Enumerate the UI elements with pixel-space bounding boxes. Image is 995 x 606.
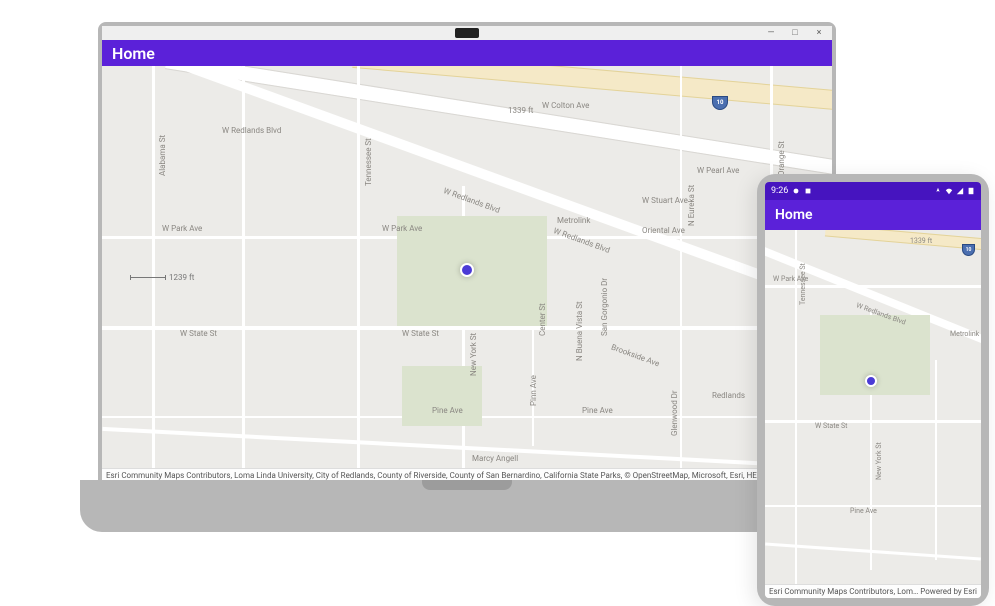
attribution-text: Esri Community Maps Contributors, Lom… xyxy=(769,587,918,596)
street-label: Alabama St xyxy=(158,135,167,176)
street-label: W State St xyxy=(815,422,847,430)
phone-app-window: 9:26 Home xyxy=(765,182,981,598)
window-grip-icon xyxy=(455,28,479,38)
street-label: Glenwood Dr xyxy=(670,390,679,436)
location-icon xyxy=(934,187,942,195)
street-label: San Gorgonio Dr xyxy=(600,278,609,336)
street-label: Pine Ave xyxy=(850,507,877,515)
street-label: W Redlands Blvd xyxy=(222,126,281,135)
map-scale-bar: 1239 ft xyxy=(130,273,194,282)
street-label: Pinn Ave xyxy=(529,375,538,406)
street-label: N Eureka St xyxy=(687,185,696,226)
current-location-icon[interactable] xyxy=(460,263,474,277)
street-label: Metrolink xyxy=(950,330,979,338)
scale-text: 1239 ft xyxy=(169,273,194,282)
laptop-trackpad-notch xyxy=(422,480,512,490)
powered-by-text: Powered by Esri xyxy=(920,587,977,596)
scale-text-top: 1339 ft xyxy=(910,237,932,245)
street-label: W State St xyxy=(180,329,217,338)
street-label: New York St xyxy=(875,442,883,480)
phone-device-frame: 9:26 Home xyxy=(757,174,989,606)
street-label: W Park Ave xyxy=(382,224,422,233)
map-roads-layer xyxy=(765,230,981,598)
street-label: New York St xyxy=(469,333,478,376)
debug-icon xyxy=(792,187,800,195)
status-bar-right xyxy=(934,187,975,195)
app-header: Home xyxy=(765,200,981,230)
road-highway xyxy=(825,230,981,256)
app-header: Home xyxy=(102,40,832,66)
page-title: Home xyxy=(775,207,813,223)
street-label: Tennessee St xyxy=(364,138,373,186)
street-label: Center St xyxy=(538,303,547,336)
map-view[interactable]: 10 1339 ft W Redlands Blvd W Park Ave W … xyxy=(765,230,981,598)
signal-icon xyxy=(956,187,964,195)
road-south xyxy=(102,427,831,469)
road-v3 xyxy=(935,360,937,560)
status-time: 9:26 xyxy=(771,186,788,196)
road-v1 xyxy=(795,230,797,598)
road-eureka xyxy=(680,66,682,482)
laptop-base xyxy=(80,480,854,532)
street-label: W Colton Ave xyxy=(542,101,589,110)
window-titlebar[interactable]: — □ × xyxy=(102,26,832,40)
scale-text-top: 1339 ft xyxy=(508,106,533,115)
street-label: Orange St xyxy=(777,141,786,176)
street-label: N Buena Vista St xyxy=(575,301,584,361)
laptop-screen: — □ × Home xyxy=(98,22,836,482)
android-status-bar: 9:26 xyxy=(765,182,981,200)
street-label: W Pearl Ave xyxy=(697,166,739,175)
wifi-icon xyxy=(945,187,953,195)
attribution-text: Esri Community Maps Contributors, Loma L… xyxy=(106,471,832,480)
minimize-button[interactable]: — xyxy=(766,28,776,38)
battery-icon xyxy=(967,187,975,195)
street-label: Pine Ave xyxy=(582,406,613,415)
street-label: W Stuart Ave xyxy=(642,196,688,205)
page-title: Home xyxy=(112,44,155,63)
street-label: Marcy Angell xyxy=(472,454,518,463)
status-bar-left: 9:26 xyxy=(771,186,812,196)
close-button[interactable]: × xyxy=(814,28,824,38)
current-location-icon[interactable] xyxy=(865,375,877,387)
app-running-icon xyxy=(804,187,812,195)
street-label: Pine Ave xyxy=(432,406,463,415)
street-label: Tennessee St xyxy=(799,263,807,305)
road-park xyxy=(765,285,981,288)
laptop-device-frame: — □ × Home xyxy=(80,22,854,532)
map-view[interactable]: 10 W Redlands Blvd W Redlands Blvd W Red… xyxy=(102,66,832,482)
street-label: Metrolink xyxy=(557,216,590,225)
scale-line-icon xyxy=(130,277,166,278)
street-label: W Park Ave xyxy=(162,224,202,233)
street-label: Redlands xyxy=(712,391,745,400)
road-tennessee xyxy=(357,66,360,482)
laptop-app-window: — □ × Home xyxy=(102,26,832,482)
road-state xyxy=(765,420,981,423)
street-label: Oriental Ave xyxy=(642,226,685,235)
map-attribution: Powered by Esri Esri Community Maps Cont… xyxy=(765,584,981,598)
street-label: W State St xyxy=(402,329,439,338)
maximize-button[interactable]: □ xyxy=(790,28,800,38)
road-south xyxy=(765,542,981,560)
